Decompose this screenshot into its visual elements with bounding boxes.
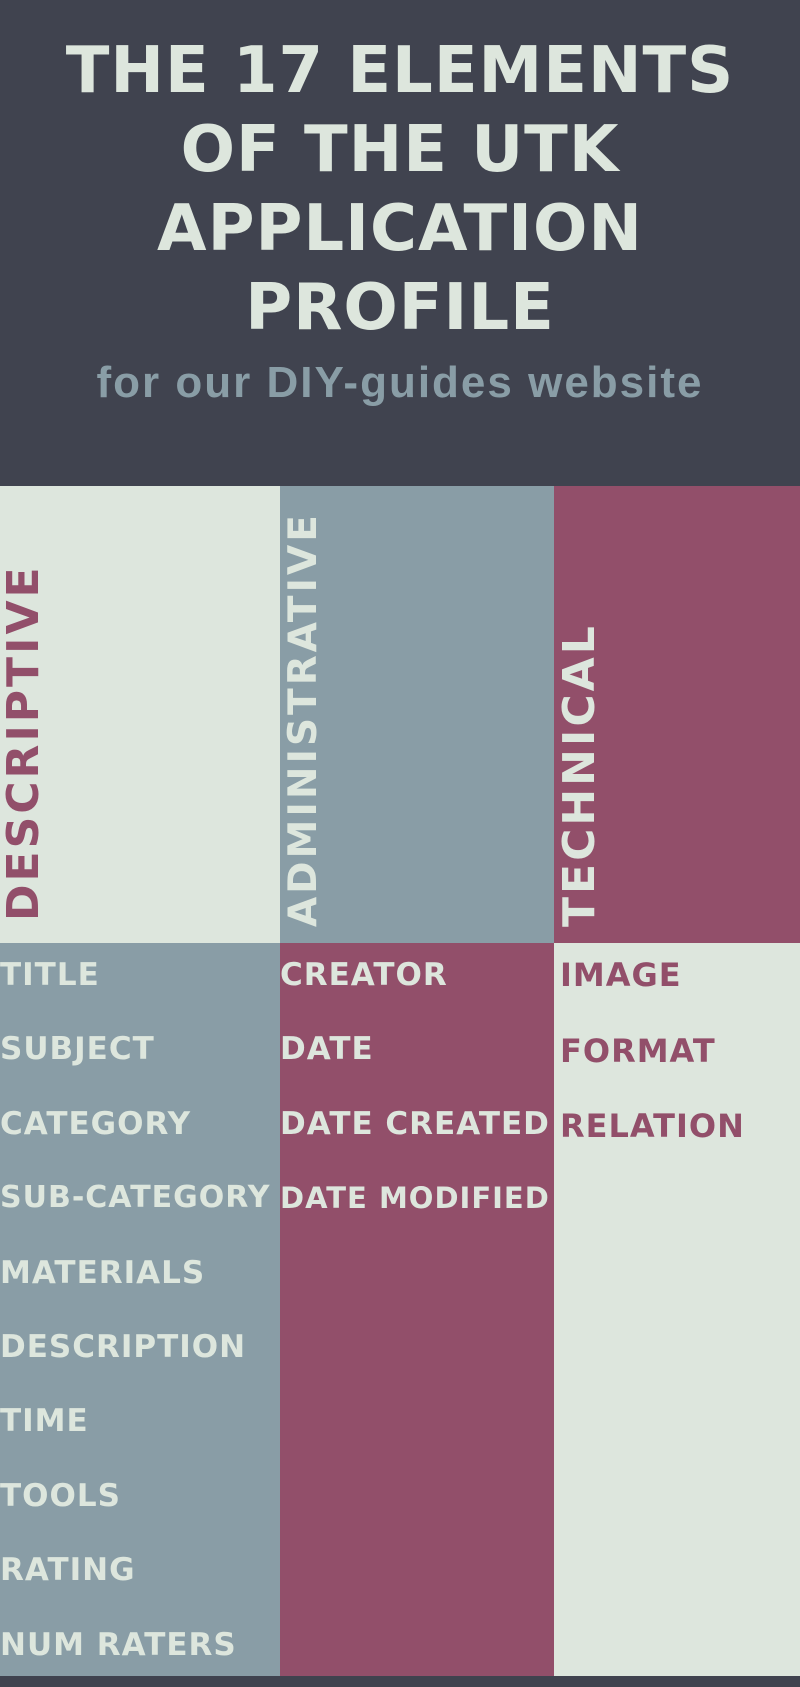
- technical-header-block: TECHNICAL: [554, 486, 800, 943]
- list-item: RATING: [0, 1552, 136, 1589]
- list-item: SUB-CATEGORY: [0, 1180, 271, 1216]
- list-item: DESCRIPTION: [0, 1328, 247, 1365]
- list-item: IMAGE: [560, 956, 682, 994]
- list-item: TOOLS: [0, 1477, 121, 1514]
- list-item: CATEGORY: [0, 1105, 192, 1142]
- administrative-elements-block: CREATOR DATE DATE CREATED DATE MODIFIED: [280, 943, 554, 1676]
- administrative-header-block: ADMINISTRATIVE: [280, 486, 554, 943]
- administrative-element-list: CREATOR DATE DATE CREATED DATE MODIFIED: [280, 943, 550, 1241]
- list-item: TITLE: [0, 957, 100, 993]
- descriptive-elements-block: TITLE SUBJECT CATEGORY SUB-CATEGORY MATE…: [0, 943, 280, 1676]
- list-item: DATE MODIFIED: [280, 1181, 550, 1216]
- list-item: DATE CREATED: [280, 1105, 550, 1142]
- technical-element-list: IMAGE FORMAT RELATION: [560, 943, 745, 1170]
- list-item: CREATOR: [280, 957, 448, 993]
- technical-elements-block: IMAGE FORMAT RELATION: [554, 943, 800, 1676]
- category-label-descriptive: DESCRIPTIVE: [0, 564, 49, 921]
- list-item: TIME: [0, 1403, 89, 1440]
- header: THE 17 ELEMENTS OF THE UTK APPLICATION P…: [0, 0, 800, 486]
- descriptive-element-list: TITLE SUBJECT CATEGORY SUB-CATEGORY MATE…: [0, 943, 270, 1687]
- descriptive-header-block: DESCRIPTIVE: [0, 486, 280, 943]
- category-label-administrative: ADMINISTRATIVE: [281, 512, 326, 927]
- page-subtitle: for our DIY-guides website: [96, 358, 704, 407]
- list-item: MATERIALS: [0, 1254, 206, 1291]
- list-item: DATE: [280, 1031, 374, 1068]
- list-item: RELATION: [560, 1107, 745, 1146]
- category-label-technical: TECHNICAL: [554, 623, 605, 927]
- list-item: SUBJECT: [0, 1031, 155, 1068]
- page-title: THE 17 ELEMENTS OF THE UTK APPLICATION P…: [65, 34, 735, 345]
- list-item: FORMAT: [560, 1031, 716, 1070]
